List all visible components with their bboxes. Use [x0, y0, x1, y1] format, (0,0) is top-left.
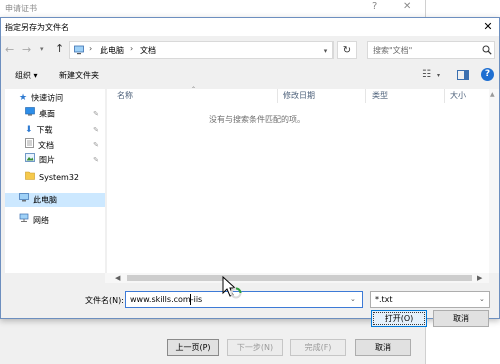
open-button[interactable]: 打开(O): [371, 310, 427, 327]
download-icon: ⬇: [25, 125, 33, 135]
nav-item-label: 网络: [33, 216, 49, 225]
vertical-scrollbar[interactable]: ▲: [489, 89, 499, 273]
dialog-title: 指定另存为文件名: [5, 23, 69, 32]
close-icon[interactable]: ✕: [403, 1, 411, 12]
view-options-icon[interactable]: ☷: [422, 69, 431, 80]
filename-value: www.skills.com-iis: [130, 295, 203, 304]
search-placeholder: 搜索"文档": [373, 46, 413, 55]
navigation-pane: ★ 快速访问 桌面 ✎ ⬇ 下载 ✎ 文档 ✎ 图片 ✎ System32 此电脑 …: [5, 89, 105, 273]
file-type-value: *.txt: [375, 295, 393, 304]
computer-icon: [74, 45, 84, 55]
forward-arrow-icon[interactable]: →: [22, 43, 31, 56]
column-divider[interactable]: [277, 89, 278, 103]
column-header-date-modified[interactable]: 修改日期: [283, 89, 315, 103]
desktop-icon: [25, 107, 35, 121]
scroll-left-icon[interactable]: ◀: [115, 274, 120, 282]
scroll-up-icon[interactable]: ▲: [490, 91, 495, 98]
organize-menu[interactable]: 组织 ▾: [15, 70, 38, 81]
address-bar[interactable]: › 此电脑 › 文档: [69, 41, 334, 59]
picture-icon: [25, 153, 35, 167]
preview-pane-fill: [464, 71, 469, 79]
nav-item-system32[interactable]: System32: [25, 170, 103, 184]
nav-item-label: System32: [39, 173, 80, 182]
file-type-select[interactable]: *.txt ⌄: [370, 291, 490, 308]
nav-item-documents[interactable]: 文档 ✎: [25, 138, 103, 152]
sort-ascending-icon: ⌃: [191, 86, 197, 93]
background-window-title: 申请证书: [5, 4, 37, 13]
column-divider[interactable]: [365, 89, 366, 103]
nav-item-label: 桌面: [39, 109, 55, 119]
column-header-name[interactable]: 名称: [117, 89, 133, 103]
filename-history-dropdown-icon[interactable]: ⌄: [350, 295, 356, 303]
breadcrumb-documents[interactable]: 文档: [140, 45, 156, 56]
nav-item-label: 下载: [36, 125, 53, 135]
document-icon: [25, 138, 34, 153]
nav-item-downloads[interactable]: ⬇ 下载 ✎: [25, 123, 103, 137]
search-input[interactable]: 搜索"文档": [367, 41, 495, 59]
nav-item-desktop[interactable]: 桌面 ✎: [25, 107, 103, 121]
nav-item-pictures[interactable]: 图片 ✎: [25, 153, 103, 167]
network-icon: [19, 213, 29, 228]
scroll-right-icon[interactable]: ▶: [477, 274, 482, 282]
column-header-type[interactable]: 类型: [372, 89, 388, 103]
horizontal-scrollbar[interactable]: ◀ ▶: [105, 273, 489, 283]
empty-results-message: 没有与搜索条件匹配的项。: [209, 115, 305, 124]
cancel-button[interactable]: 取消: [433, 310, 489, 327]
focus-rect: [373, 312, 425, 325]
next-button[interactable]: 下一步(N): [227, 339, 283, 356]
dialog-titlebar: 指定另存为文件名 ✕: [1, 18, 499, 36]
breadcrumb-separator[interactable]: ›: [89, 44, 92, 53]
mouse-pointer-icon: [222, 276, 242, 299]
previous-button[interactable]: 上一页(P): [167, 339, 219, 356]
nav-item-network[interactable]: 网络: [19, 213, 49, 227]
nav-item-label: 图片: [39, 155, 55, 165]
address-history-dropdown-icon[interactable]: ▾: [319, 41, 333, 59]
nav-item-quick-access[interactable]: ★ 快速访问: [19, 91, 63, 105]
scrollbar-thumb[interactable]: [127, 275, 472, 281]
pin-icon: ✎: [93, 126, 99, 134]
help-icon[interactable]: ?: [372, 1, 377, 12]
column-divider[interactable]: [444, 89, 445, 103]
back-arrow-icon[interactable]: ←: [5, 43, 14, 56]
command-bar: 组织 ▾ 新建文件夹 ☷ ▾ ?: [1, 65, 499, 87]
pin-icon: ✎: [93, 141, 99, 149]
up-arrow-icon[interactable]: ↑: [55, 42, 64, 55]
file-list[interactable]: 名称 ⌃ 修改日期 类型 大小 没有与搜索条件匹配的项。: [107, 86, 489, 273]
text-cursor: [190, 294, 191, 305]
background-titlebar: 申请证书 ? ✕: [0, 0, 425, 17]
preview-pane-icon[interactable]: [457, 70, 469, 80]
breadcrumb-this-pc[interactable]: 此电脑: [100, 45, 124, 56]
filename-label: 文件名(N):: [85, 296, 124, 305]
new-folder-button[interactable]: 新建文件夹: [59, 70, 99, 81]
finish-button[interactable]: 完成(F): [290, 339, 346, 356]
filename-input[interactable]: www.skills.com-iis ⌄: [125, 291, 363, 308]
recent-locations-dropdown-icon[interactable]: ▾: [40, 45, 44, 53]
breadcrumb-separator[interactable]: ›: [130, 44, 133, 53]
nav-item-label: 文档: [38, 141, 54, 150]
star-icon: ★: [19, 93, 28, 103]
nav-item-this-pc[interactable]: 此电脑: [5, 193, 105, 207]
folder-icon: [25, 170, 35, 185]
view-dropdown-icon[interactable]: ▾: [437, 72, 440, 79]
nav-item-label: 此电脑: [33, 195, 57, 205]
help-icon[interactable]: ?: [481, 68, 494, 81]
computer-icon: [19, 193, 29, 207]
wizard-cancel-button[interactable]: 取消: [355, 339, 411, 356]
column-header-size[interactable]: 大小: [450, 89, 466, 103]
dialog-close-icon[interactable]: ✕: [479, 19, 497, 35]
refresh-icon[interactable]: ↻: [337, 41, 357, 59]
pin-icon: ✎: [93, 156, 99, 164]
chevron-down-icon[interactable]: ⌄: [479, 295, 485, 303]
nav-item-label: 快速访问: [31, 93, 64, 103]
search-icon[interactable]: [482, 45, 492, 55]
save-as-dialog: 指定另存为文件名 ✕ ← → ▾ ↑ › 此电脑 › 文档 ▾ ↻ 搜索"文档"…: [0, 17, 500, 327]
pin-icon: ✎: [93, 110, 99, 118]
